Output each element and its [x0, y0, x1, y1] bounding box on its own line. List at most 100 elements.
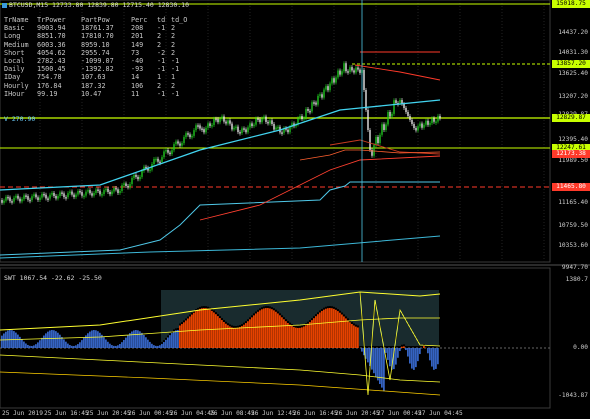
table-header: TrName TrPower PartPow Perc td td_O	[4, 16, 187, 24]
candle-body	[61, 192, 63, 194]
histogram-bar	[317, 314, 319, 348]
candle-body	[177, 141, 179, 144]
candle-body	[123, 183, 125, 186]
histogram-bar	[205, 308, 207, 348]
candle-body	[199, 125, 201, 129]
candle-body	[205, 127, 207, 133]
candle-body	[217, 118, 219, 123]
candle-body	[135, 174, 137, 177]
histogram-bar	[265, 308, 267, 348]
histogram-bar	[271, 309, 273, 348]
histogram-bar	[307, 323, 309, 348]
candle-body	[105, 188, 107, 191]
histogram-bar	[3, 333, 5, 348]
candle-body	[305, 108, 307, 118]
histogram-bar	[357, 327, 359, 348]
candle-body	[391, 113, 393, 117]
histogram-bar	[145, 337, 147, 348]
candle-body	[41, 193, 43, 198]
histogram-bar	[57, 332, 59, 348]
histogram-bar	[25, 343, 27, 348]
candle-body	[125, 183, 127, 187]
candle-body	[229, 120, 231, 124]
candle-body	[213, 118, 215, 125]
histogram-bar	[51, 330, 53, 348]
histogram-bar	[285, 321, 287, 348]
table-header-cell: Perc	[131, 16, 148, 24]
candle-body	[439, 115, 441, 119]
candle-body	[315, 102, 317, 105]
histogram-bar	[375, 348, 377, 377]
table-row: Hourly 176.84 187.32 106 2 2	[4, 82, 187, 90]
histogram-bar	[151, 343, 153, 348]
candle-body	[343, 63, 345, 72]
histogram-bar	[403, 346, 405, 348]
histogram-bar	[199, 308, 201, 348]
table-row: Daily 1500.45 -1392.82 -93 -1 -1	[4, 65, 187, 73]
price-axis-label: 13207.20	[558, 93, 588, 100]
candle-body	[351, 67, 353, 71]
histogram-bar	[159, 345, 161, 348]
histogram-bar	[9, 330, 11, 348]
candle-body	[67, 193, 69, 198]
histogram-bar	[329, 308, 331, 348]
candle-body	[99, 190, 101, 195]
histogram-bar	[385, 348, 387, 353]
histogram-bar	[111, 345, 113, 348]
candle-body	[367, 110, 369, 130]
indicator-pane-frame	[0, 267, 551, 409]
time-axis-label: 25 Jun 20:45	[86, 410, 131, 417]
histogram-bar	[247, 321, 249, 348]
candle-body	[181, 143, 183, 146]
histogram-bar	[11, 330, 13, 348]
histogram-bar	[189, 316, 191, 348]
histogram-bar	[61, 337, 63, 348]
histogram-bar	[349, 322, 351, 348]
candle-body	[207, 123, 209, 128]
candle-body	[287, 129, 289, 133]
candle-body	[427, 120, 429, 125]
candle-body	[411, 120, 413, 124]
table-cell: 1	[157, 73, 162, 82]
table-cell: 1500.45	[37, 65, 66, 74]
vertical-line-label: V 270.90	[4, 115, 36, 123]
histogram-bar	[399, 348, 401, 352]
ma-line	[354, 64, 441, 81]
table-cell: 2	[157, 81, 162, 90]
candle-body	[221, 116, 223, 119]
candle-body	[185, 133, 187, 138]
candle-body	[383, 124, 385, 130]
candle-body	[263, 116, 265, 119]
candle-body	[159, 161, 161, 164]
histogram-bar	[377, 348, 379, 381]
candle-body	[227, 120, 229, 124]
histogram-bar	[383, 348, 385, 392]
histogram-bar	[291, 325, 293, 348]
candle-body	[25, 195, 27, 197]
candle-body	[139, 176, 141, 180]
table-cell: -1099.07	[81, 57, 114, 66]
candle-body	[435, 121, 437, 123]
candle-body	[31, 196, 33, 201]
histogram-bar	[257, 311, 259, 348]
candle-body	[327, 86, 329, 91]
histogram-bar	[197, 309, 199, 348]
ma-line	[199, 155, 441, 221]
candle-body	[167, 149, 169, 153]
histogram-bar	[429, 348, 431, 361]
candle-body	[385, 124, 387, 130]
histogram-bar	[401, 346, 403, 348]
candle-body	[33, 194, 35, 197]
candle-body	[407, 112, 409, 116]
histogram-bar	[41, 337, 43, 348]
histogram-bar	[33, 345, 35, 348]
table-cell: 8851.70	[37, 32, 66, 41]
table-cell: 4054.62	[37, 48, 66, 57]
histogram-bar	[353, 325, 355, 348]
histogram-bar	[409, 348, 411, 364]
step-line	[0, 181, 440, 256]
table-cell: 11	[131, 89, 140, 98]
candle-body	[353, 70, 355, 73]
indicator-axis-label: 0.00	[573, 344, 588, 351]
table-cell: IHour	[4, 89, 25, 98]
